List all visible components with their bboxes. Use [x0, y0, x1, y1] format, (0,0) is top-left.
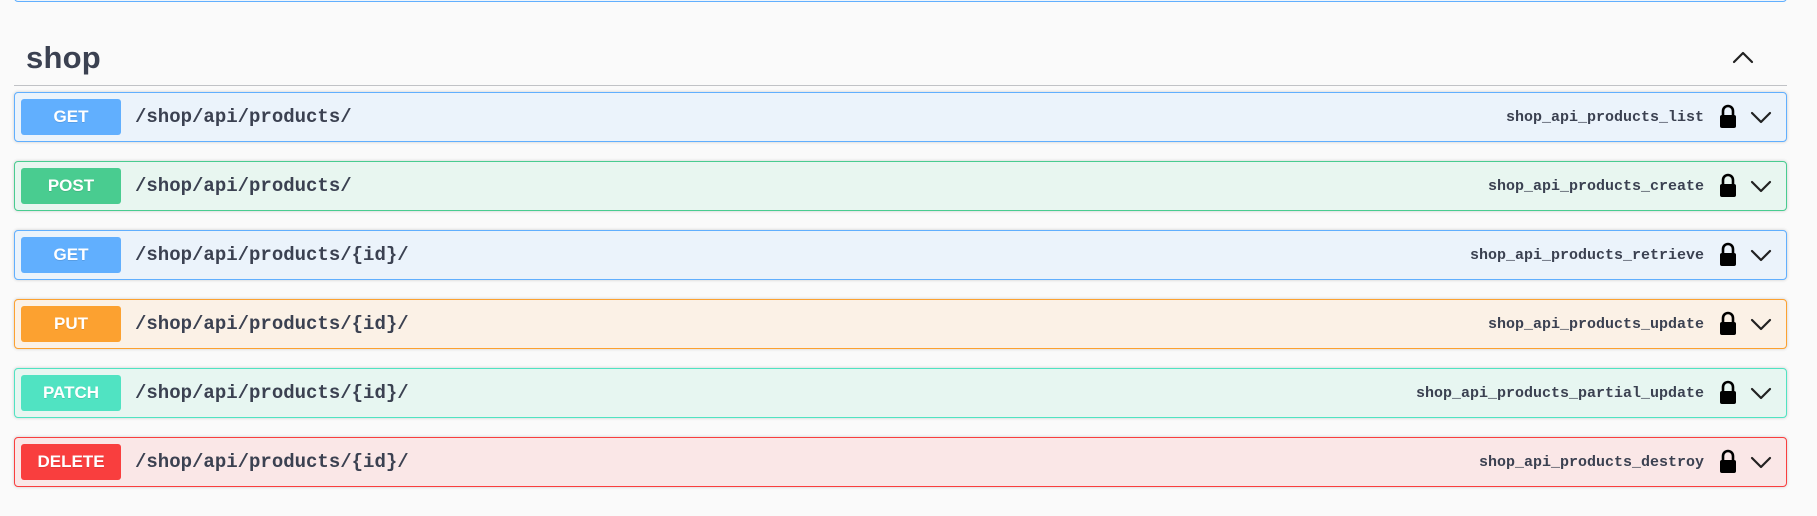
tag-section-header[interactable]: shop [14, 30, 1787, 86]
operation-row[interactable]: PUT /shop/api/products/{id}/ shop_api_pr… [14, 299, 1787, 349]
authorize-lock-button[interactable] [1716, 240, 1740, 270]
chevron-down-icon [1750, 111, 1772, 124]
lock-icon [1720, 104, 1736, 128]
expand-operation-button[interactable] [1746, 378, 1776, 408]
operations-list: GET /shop/api/products/ shop_api_product… [14, 92, 1787, 506]
previous-section-edge [14, 0, 1787, 2]
operation-row[interactable]: POST /shop/api/products/ shop_api_produc… [14, 161, 1787, 211]
expand-operation-button[interactable] [1746, 240, 1776, 270]
operation-id: shop_api_products_create [1487, 177, 1704, 195]
chevron-down-icon [1750, 387, 1772, 400]
authorize-lock-button[interactable] [1716, 447, 1740, 477]
operation-row[interactable]: GET /shop/api/products/ shop_api_product… [14, 92, 1787, 142]
operation-row[interactable]: GET /shop/api/products/{id}/ shop_api_pr… [14, 230, 1787, 280]
operation-id: shop_api_products_list [1505, 108, 1704, 126]
operation-path: /shop/api/products/{id}/ [135, 244, 409, 266]
operation-path: /shop/api/products/ [135, 106, 352, 128]
expand-operation-button[interactable] [1746, 447, 1776, 477]
method-badge: GET [21, 99, 121, 135]
lock-icon [1720, 449, 1736, 473]
expand-operation-button[interactable] [1746, 309, 1776, 339]
lock-icon [1720, 311, 1736, 335]
expand-operation-button[interactable] [1746, 171, 1776, 201]
expand-operation-button[interactable] [1746, 102, 1776, 132]
authorize-lock-button[interactable] [1716, 102, 1740, 132]
chevron-down-icon [1750, 318, 1772, 331]
operation-path: /shop/api/products/{id}/ [135, 451, 409, 473]
operation-path: /shop/api/products/ [135, 175, 352, 197]
authorize-lock-button[interactable] [1716, 309, 1740, 339]
operation-path: /shop/api/products/{id}/ [135, 382, 409, 404]
operation-id: shop_api_products_partial_update [1415, 384, 1704, 402]
method-badge: PUT [21, 306, 121, 342]
operation-id: shop_api_products_update [1487, 315, 1704, 333]
lock-icon [1720, 380, 1736, 404]
operation-id: shop_api_products_destroy [1478, 453, 1704, 471]
lock-icon [1720, 242, 1736, 266]
chevron-down-icon [1750, 249, 1772, 262]
chevron-down-icon [1750, 180, 1772, 193]
collapse-section-button[interactable] [1729, 44, 1757, 72]
chevron-up-icon [1732, 51, 1754, 64]
method-badge: DELETE [21, 444, 121, 480]
lock-icon [1720, 173, 1736, 197]
tag-title: shop [26, 39, 101, 75]
operation-row[interactable]: PATCH /shop/api/products/{id}/ shop_api_… [14, 368, 1787, 418]
operation-path: /shop/api/products/{id}/ [135, 313, 409, 335]
method-badge: POST [21, 168, 121, 204]
method-badge: GET [21, 237, 121, 273]
chevron-down-icon [1750, 456, 1772, 469]
authorize-lock-button[interactable] [1716, 378, 1740, 408]
method-badge: PATCH [21, 375, 121, 411]
operation-id: shop_api_products_retrieve [1469, 246, 1704, 264]
operation-row[interactable]: DELETE /shop/api/products/{id}/ shop_api… [14, 437, 1787, 487]
authorize-lock-button[interactable] [1716, 171, 1740, 201]
